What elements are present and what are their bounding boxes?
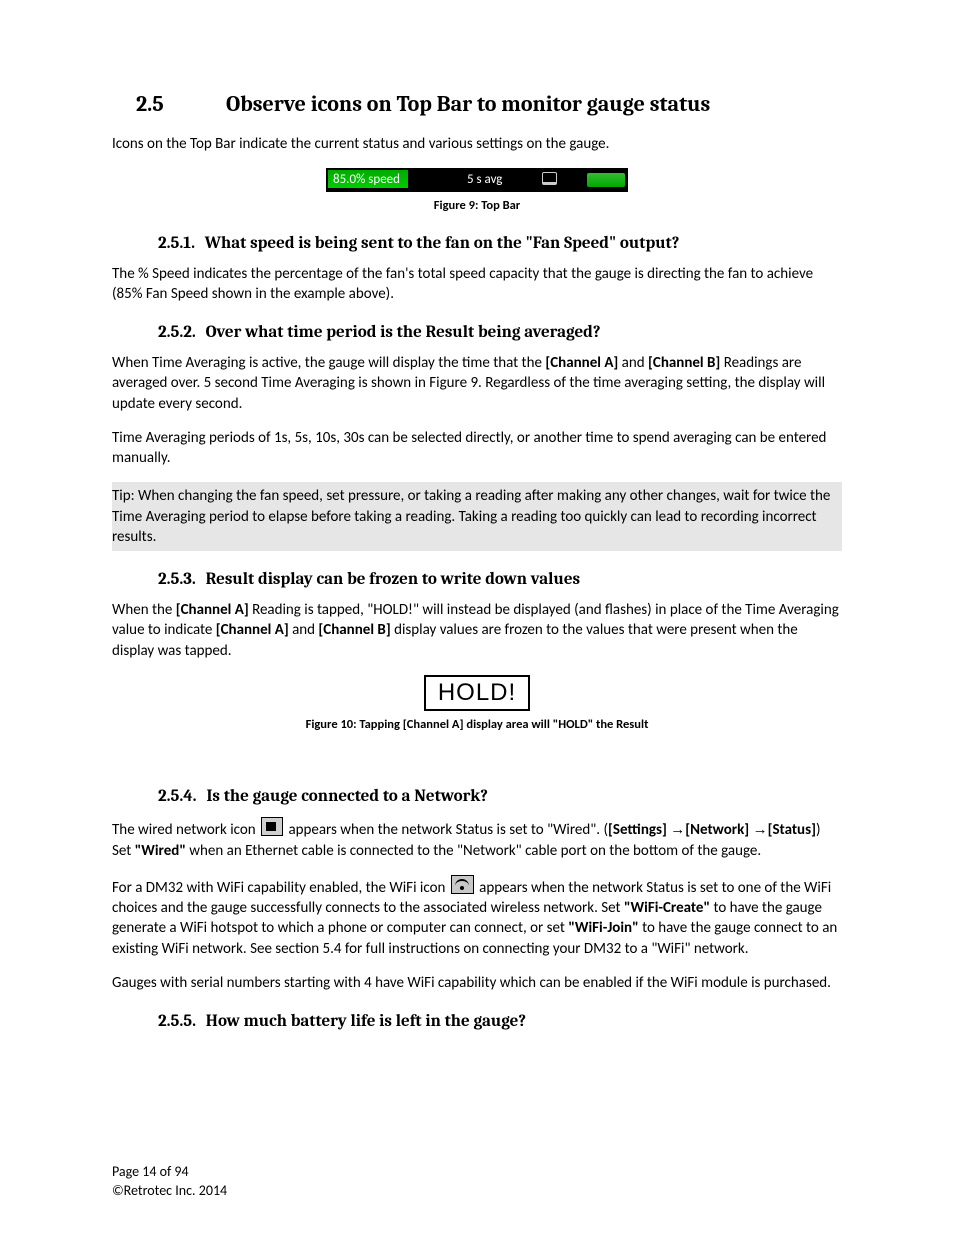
wifi-create-label: "WiFi-Create" (624, 899, 710, 917)
subsection-number: 2.5.3. (158, 570, 196, 589)
channel-b-label: [Channel B] (648, 354, 720, 372)
subsection-heading: 2.5.2. Over what time period is the Resu… (158, 322, 842, 345)
subsection-heading: 2.5.5. How much battery life is left in … (158, 1011, 842, 1034)
figure-9-caption: Figure 9: Top Bar (112, 198, 842, 215)
top-bar-icon: 85.0% speed 5 s avg (326, 168, 628, 192)
channel-a-label: [Channel A] (216, 621, 289, 639)
settings-label: [Settings] (608, 821, 667, 839)
page-footer: Page 14 of 94 ©Retrotec Inc. 2014 (112, 1163, 227, 1201)
subsection-heading: 2.5.3. Result display can be frozen to w… (158, 569, 842, 592)
body-text: When Time Averaging is active, the gauge… (112, 353, 842, 414)
subsection-title: Is the gauge connected to a Network? (206, 787, 488, 806)
arrow-icon: → (670, 821, 685, 838)
subsection-number: 2.5.4. (158, 787, 197, 806)
speed-label: 85.0% speed (328, 170, 408, 188)
battery-icon (587, 173, 625, 187)
wifi-icon (451, 875, 474, 894)
subsection-number: 2.5.2. (158, 323, 196, 342)
hold-indicator: HOLD! (424, 675, 530, 711)
status-label: [Status] (768, 821, 816, 839)
body-text: The wired network icon appears when the … (112, 817, 842, 861)
screen-icon (542, 172, 557, 185)
wired-network-icon (261, 817, 283, 836)
subsection-heading: 2.5.1. What speed is being sent to the f… (158, 233, 842, 256)
subsection-number: 2.5.1. (158, 234, 195, 253)
body-text: The % Speed indicates the percentage of … (112, 264, 842, 305)
body-text: Time Averaging periods of 1s, 5s, 10s, 3… (112, 428, 842, 469)
section-number: 2.5 (136, 90, 226, 120)
figure-10-caption: Figure 10: Tapping [Channel A] display a… (112, 717, 842, 734)
subsection-title: Over what time period is the Result bein… (206, 323, 601, 342)
arrow-icon: → (753, 821, 768, 838)
subsection-title: What speed is being sent to the fan on t… (205, 234, 680, 253)
subsection-title: Result display can be frozen to write do… (206, 570, 581, 589)
body-text: Gauges with serial numbers starting with… (112, 973, 842, 993)
subsection-number: 2.5.5. (158, 1012, 196, 1031)
section-title: Observe icons on Top Bar to monitor gaug… (226, 91, 710, 117)
wifi-join-label: "WiFi-Join" (568, 919, 638, 937)
figure-10-image: HOLD! (112, 675, 842, 711)
figure-9-image: 85.0% speed 5 s avg (112, 168, 842, 192)
network-label: [Network] (685, 821, 749, 839)
section-heading: 2.5Observe icons on Top Bar to monitor g… (112, 90, 842, 120)
tip-box: Tip: When changing the fan speed, set pr… (112, 482, 842, 551)
body-text: When the [Channel A] Reading is tapped, … (112, 600, 842, 661)
channel-a-label: [Channel A] (545, 354, 618, 372)
wired-label: "Wired" (135, 842, 186, 860)
avg-label: 5 s avg (467, 171, 502, 189)
subsection-title: How much battery life is left in the gau… (206, 1012, 526, 1031)
copyright: ©Retrotec Inc. 2014 (112, 1182, 227, 1201)
channel-b-label: [Channel B] (318, 621, 390, 639)
subsection-heading: 2.5.4. Is the gauge connected to a Netwo… (158, 786, 842, 809)
page-number: Page 14 of 94 (112, 1163, 227, 1182)
channel-a-label: [Channel A] (176, 601, 249, 619)
body-text: For a DM32 with WiFi capability enabled,… (112, 875, 842, 959)
intro-paragraph: Icons on the Top Bar indicate the curren… (112, 134, 842, 154)
